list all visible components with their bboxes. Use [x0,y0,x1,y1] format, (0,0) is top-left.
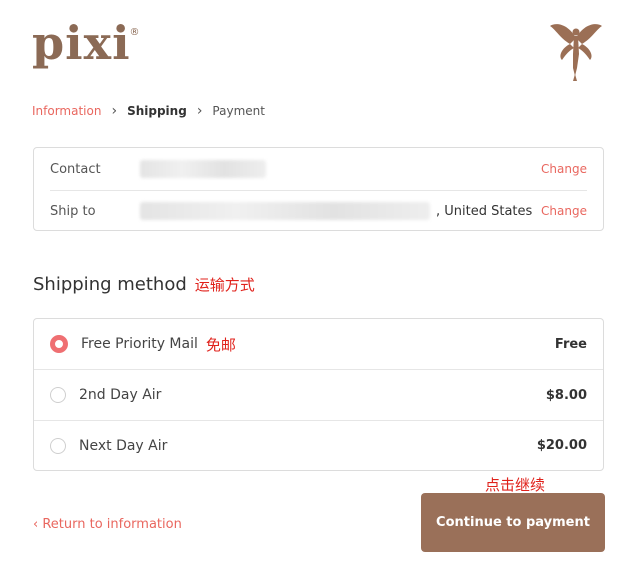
radio-unselected[interactable] [50,387,66,403]
shipping-option-price: Free [554,336,587,352]
ship-to-row: Ship to , United States Change [50,190,587,232]
contact-row: Contact Change [50,148,587,191]
ship-to-label: Ship to [50,203,96,219]
fairy-logo-icon [550,24,602,81]
shipping-methods-list: Free Priority Mail 免邮 Free 2nd Day Air $… [33,318,604,471]
shipping-method-annotation: 运输方式 [194,276,255,294]
change-address-link[interactable]: Change [541,204,587,218]
shipping-option-free-priority-mail[interactable]: Free Priority Mail 免邮 Free [34,319,603,370]
radio-unselected[interactable] [50,437,66,454]
breadcrumb-information[interactable]: Information [32,104,101,118]
ship-to-country: , United States [436,203,533,219]
section-title-text: Shipping method [33,274,187,295]
chevron-right-icon: › [111,103,118,119]
shipping-option-next-day-air[interactable]: Next Day Air $20.00 [34,421,603,470]
shipping-option-label: 2nd Day Air [79,387,162,403]
contact-label: Contact [50,161,101,177]
breadcrumb-payment: Payment [212,104,265,118]
review-box: Contact Change Ship to , United States C… [33,147,604,231]
continue-to-payment-button[interactable]: Continue to payment [421,493,605,552]
free-shipping-annotation: 免邮 [205,335,236,354]
logo-text: pixi [32,16,131,70]
shipping-method-title: Shipping method 运输方式 [33,274,255,295]
shipping-option-price: $20.00 [536,438,587,453]
pixi-logo[interactable]: pixi ® [32,20,140,66]
change-contact-link[interactable]: Change [541,162,587,176]
continue-annotation: 点击继续 [485,476,546,494]
breadcrumb-shipping: Shipping [127,104,187,118]
shipping-option-2nd-day-air[interactable]: 2nd Day Air $8.00 [34,370,603,421]
chevron-right-icon: › [196,103,203,119]
breadcrumb: Information › Shipping › Payment [32,103,265,119]
radio-selected[interactable] [50,335,68,353]
return-to-information-link[interactable]: ‹ Return to information [33,517,182,532]
shipping-option-label: Free Priority Mail [81,336,198,352]
contact-value-redacted [140,160,266,178]
shipping-option-price: $8.00 [545,387,587,403]
registered-mark: ® [129,27,141,38]
shipping-option-label: Next Day Air [79,437,168,454]
address-value-redacted [140,202,430,220]
